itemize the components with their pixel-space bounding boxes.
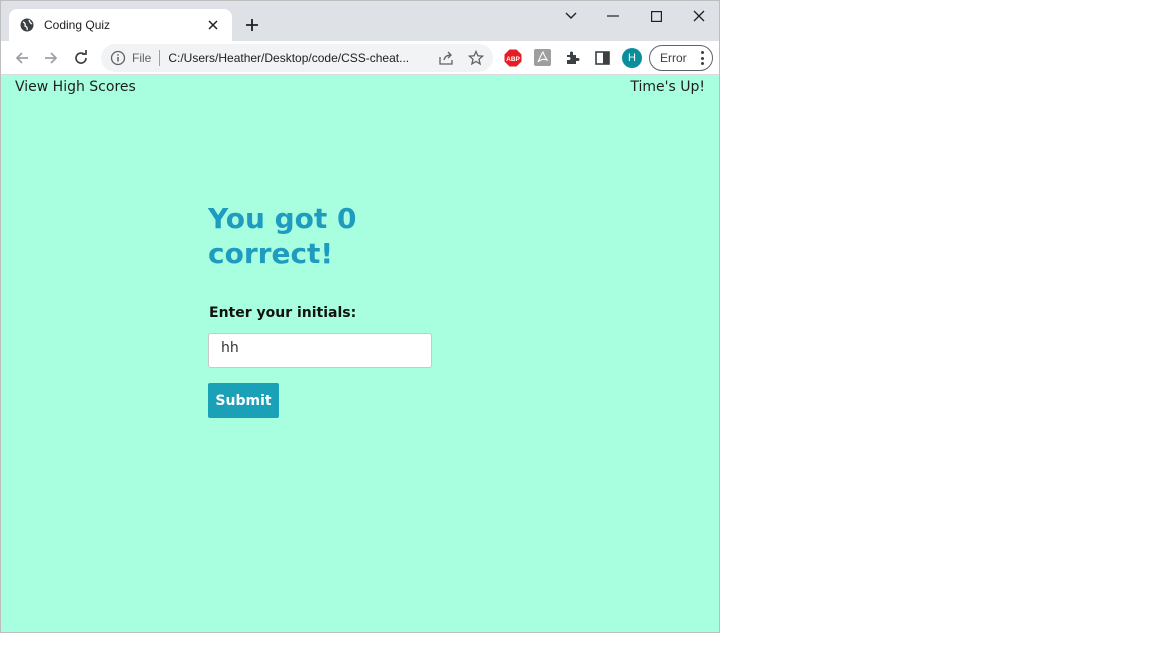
close-window-icon[interactable] (685, 5, 713, 27)
quiz-header: View High Scores Time's Up! (1, 75, 719, 101)
view-high-scores-link[interactable]: View High Scores (15, 79, 136, 95)
bookmark-star-icon[interactable] (467, 49, 485, 67)
pdf-extension-icon[interactable] (534, 49, 551, 66)
more-menu-icon[interactable] (700, 51, 704, 65)
page-viewport: View High Scores Time's Up! You got 0 co… (1, 75, 719, 632)
extensions-puzzle-icon[interactable] (561, 46, 585, 70)
omnibox-divider (159, 50, 161, 66)
forward-arrow-icon[interactable] (39, 46, 63, 70)
result-heading: You got 0 correct! (208, 202, 357, 270)
tab-title: Coding Quiz (44, 18, 111, 32)
file-scheme-label: File (132, 51, 152, 65)
share-icon[interactable] (437, 49, 455, 67)
adblock-plus-icon[interactable]: ABP (504, 49, 522, 67)
url-text[interactable]: C:/Users/Heather/Desktop/code/CSS-cheat.… (168, 51, 428, 65)
initials-label: Enter your initials: (209, 305, 357, 321)
close-tab-icon[interactable] (204, 16, 222, 34)
tab-strip: Coding Quiz (1, 1, 719, 41)
svg-text:ABP: ABP (506, 56, 520, 63)
globe-icon (19, 17, 35, 33)
timer-text: Time's Up! (630, 79, 705, 95)
back-arrow-icon[interactable] (10, 46, 34, 70)
tab-search-icon[interactable] (557, 5, 585, 27)
tab-coding-quiz[interactable]: Coding Quiz (9, 9, 232, 41)
info-icon[interactable] (110, 50, 126, 66)
error-label: Error (660, 51, 687, 65)
maximize-icon[interactable] (642, 5, 670, 27)
profile-error-button[interactable]: Error (649, 45, 713, 71)
initials-input[interactable] (208, 333, 432, 368)
address-bar[interactable]: File C:/Users/Heather/Desktop/code/CSS-c… (101, 44, 493, 72)
new-tab-button[interactable] (241, 14, 263, 36)
side-panel-icon[interactable] (590, 46, 614, 70)
profile-avatar[interactable]: H (622, 48, 642, 68)
browser-window: Coding Quiz File C:/Users/Heather/Deskto… (0, 0, 720, 633)
minimize-icon[interactable] (599, 5, 627, 27)
reload-icon[interactable] (69, 46, 93, 70)
submit-button[interactable]: Submit (208, 383, 279, 418)
